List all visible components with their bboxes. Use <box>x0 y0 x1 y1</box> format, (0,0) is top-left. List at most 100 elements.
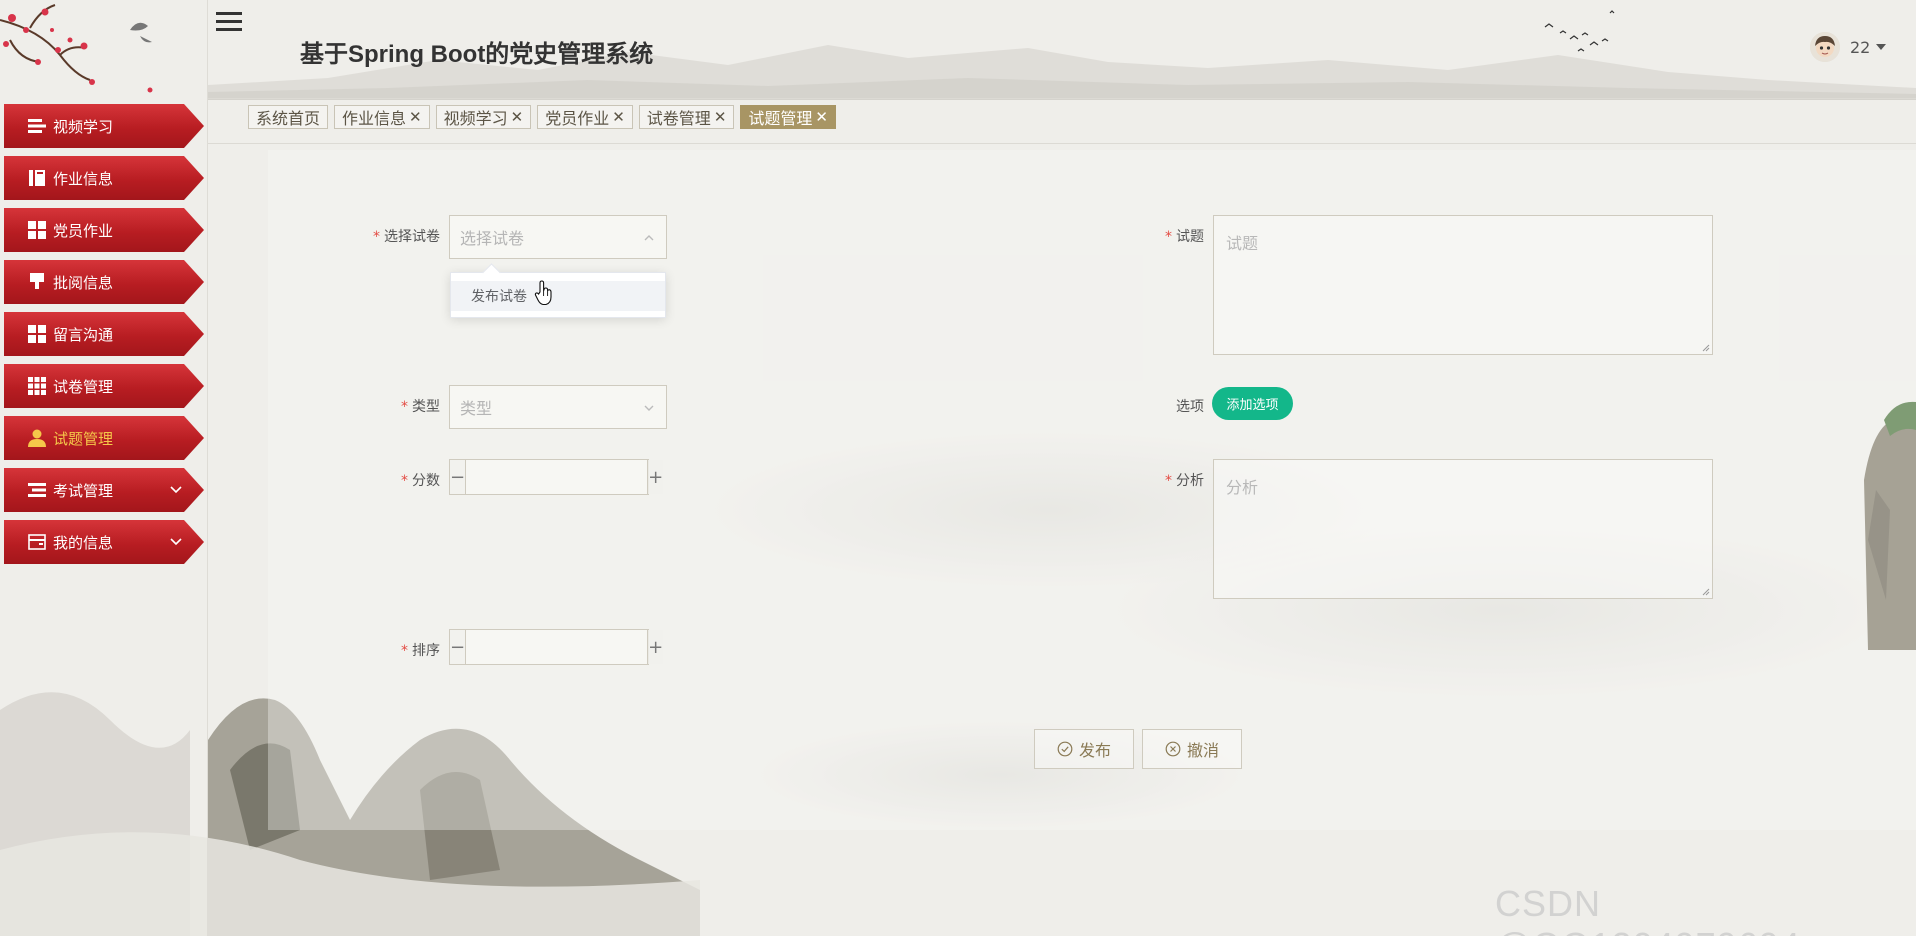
analysis-label: * 分析 <box>1140 470 1204 490</box>
required-mark: * <box>401 473 408 489</box>
sidebar-menu: 视频学习 作业信息 党员作业 批阅信息 留言沟通 试卷管理 试题管理 考试管理 … <box>0 104 208 572</box>
type-select[interactable]: 类型 <box>449 385 667 429</box>
menu-icon <box>28 481 46 499</box>
sidebar-item-label: 考试管理 <box>53 481 114 500</box>
question-label: * 试题 <box>1140 226 1204 246</box>
close-icon[interactable]: ✕ <box>612 108 625 126</box>
close-icon[interactable]: ✕ <box>511 108 524 126</box>
watermark: CSDN @QQ1304979694 <box>1495 883 1800 936</box>
label-text: 分数 <box>412 473 440 489</box>
sidebar-item-label: 批阅信息 <box>53 273 114 292</box>
resize-handle-icon[interactable] <box>1702 344 1710 352</box>
sidebar-item-exam-management[interactable]: 考试管理 <box>4 468 204 512</box>
type-select-placeholder: 类型 <box>460 399 493 418</box>
sidebar-item-member-homework[interactable]: 党员作业 <box>4 208 204 252</box>
tab-question-management[interactable]: 试题管理 ✕ <box>740 105 836 129</box>
page-title: 基于Spring Boot的党史管理系统 <box>300 41 654 68</box>
tab-video-study[interactable]: 视频学习 ✕ <box>435 105 532 129</box>
required-mark: * <box>401 643 408 659</box>
label-text: 排序 <box>412 643 440 659</box>
user-icon <box>28 429 46 447</box>
sidebar: 视频学习 作业信息 党员作业 批阅信息 留言沟通 试卷管理 试题管理 考试管理 … <box>0 0 208 936</box>
sidebar-item-message[interactable]: 留言沟通 <box>4 312 204 356</box>
tab-label: 试卷管理 <box>646 109 711 128</box>
sidebar-item-paper-management[interactable]: 试卷管理 <box>4 364 204 408</box>
label-text: 试题 <box>1176 229 1204 245</box>
sidebar-item-review-info[interactable]: 批阅信息 <box>4 260 204 304</box>
cancel-button[interactable]: 撤消 <box>1142 729 1242 769</box>
score-label: * 分数 <box>340 470 440 490</box>
apps-icon <box>28 377 46 395</box>
caret-down-icon <box>1876 44 1887 50</box>
score-input[interactable] <box>466 460 648 494</box>
question-textarea[interactable]: 试题 <box>1213 215 1713 355</box>
chevron-down-icon <box>170 486 182 494</box>
avatar[interactable] <box>1810 32 1840 62</box>
publish-button[interactable]: 发布 <box>1034 729 1134 769</box>
tab-paper-management[interactable]: 试卷管理 ✕ <box>638 105 735 129</box>
user-name: 22 <box>1850 37 1871 57</box>
chevron-up-icon <box>644 235 654 241</box>
tab-label: 视频学习 <box>443 109 508 128</box>
label-text: 选项 <box>1176 399 1204 415</box>
chevron-down-icon <box>170 538 182 546</box>
tab-label: 试题管理 <box>748 109 813 128</box>
hand-cursor-icon <box>534 280 552 306</box>
order-stepper: − + <box>449 629 664 665</box>
analysis-placeholder: 分析 <box>1226 478 1259 497</box>
chevron-down-icon <box>644 405 654 411</box>
paper-select[interactable]: 选择试卷 <box>449 215 667 259</box>
stamp-icon <box>28 273 46 291</box>
tab-home[interactable]: 系统首页 <box>248 105 329 129</box>
analysis-textarea[interactable]: 分析 <box>1213 459 1713 599</box>
paper-select-placeholder: 选择试卷 <box>460 229 525 248</box>
options-label: 选项 <box>1140 396 1204 416</box>
dropdown-option[interactable]: 发布试卷 <box>451 281 665 311</box>
order-input[interactable] <box>466 630 648 664</box>
required-mark: * <box>1165 473 1172 489</box>
sidebar-item-label: 留言沟通 <box>53 325 114 344</box>
label-text: 类型 <box>412 399 440 415</box>
user-menu[interactable]: 22 <box>1810 32 1887 62</box>
tab-label: 作业信息 <box>342 109 407 128</box>
sidebar-item-label: 作业信息 <box>53 169 114 188</box>
decrement-button[interactable]: − <box>450 460 467 494</box>
list-icon <box>28 117 46 135</box>
label-text: 分析 <box>1176 473 1204 489</box>
resize-handle-icon[interactable] <box>1702 588 1710 596</box>
add-option-button[interactable]: 添加选项 <box>1212 387 1293 420</box>
order-label: * 排序 <box>340 640 440 660</box>
required-mark: * <box>373 229 380 245</box>
paper-select-dropdown: 发布试卷 <box>450 272 666 318</box>
sidebar-item-label: 我的信息 <box>53 533 114 552</box>
divider <box>208 143 1916 144</box>
paper-select-label: * 选择试卷 <box>340 226 440 246</box>
increment-button[interactable]: + <box>647 460 664 494</box>
tab-member-homework[interactable]: 党员作业 ✕ <box>537 105 633 129</box>
increment-button[interactable]: + <box>647 630 664 664</box>
cancel-label: 撤消 <box>1186 741 1219 760</box>
tab-homework-info[interactable]: 作业信息 ✕ <box>334 105 430 129</box>
close-icon[interactable]: ✕ <box>815 108 828 126</box>
sidebar-item-label: 试卷管理 <box>53 377 114 396</box>
book-icon <box>28 169 46 187</box>
publish-label: 发布 <box>1078 741 1111 760</box>
sidebar-item-homework-info[interactable]: 作业信息 <box>4 156 204 200</box>
question-placeholder: 试题 <box>1226 234 1259 253</box>
tab-label: 党员作业 <box>545 109 610 128</box>
tab-bar: 系统首页 作业信息 ✕ 视频学习 ✕ 党员作业 ✕ 试卷管理 ✕ 试题管理 ✕ <box>248 105 842 129</box>
menu-toggle-icon[interactable] <box>216 12 242 36</box>
sidebar-item-my-info[interactable]: 我的信息 <box>4 520 204 564</box>
label-text: 选择试卷 <box>384 229 440 245</box>
score-stepper: − + <box>449 459 664 495</box>
grid-icon <box>28 221 46 239</box>
avatar-image-icon <box>1810 32 1840 62</box>
decrement-button[interactable]: − <box>450 630 467 664</box>
sidebar-item-label: 试题管理 <box>53 429 114 448</box>
sidebar-item-question-management[interactable]: 试题管理 <box>4 416 204 460</box>
type-label: * 类型 <box>340 396 440 416</box>
close-icon[interactable]: ✕ <box>714 108 727 126</box>
sidebar-item-label: 视频学习 <box>53 117 114 136</box>
sidebar-item-video-study[interactable]: 视频学习 <box>4 104 204 148</box>
close-icon[interactable]: ✕ <box>409 108 422 126</box>
